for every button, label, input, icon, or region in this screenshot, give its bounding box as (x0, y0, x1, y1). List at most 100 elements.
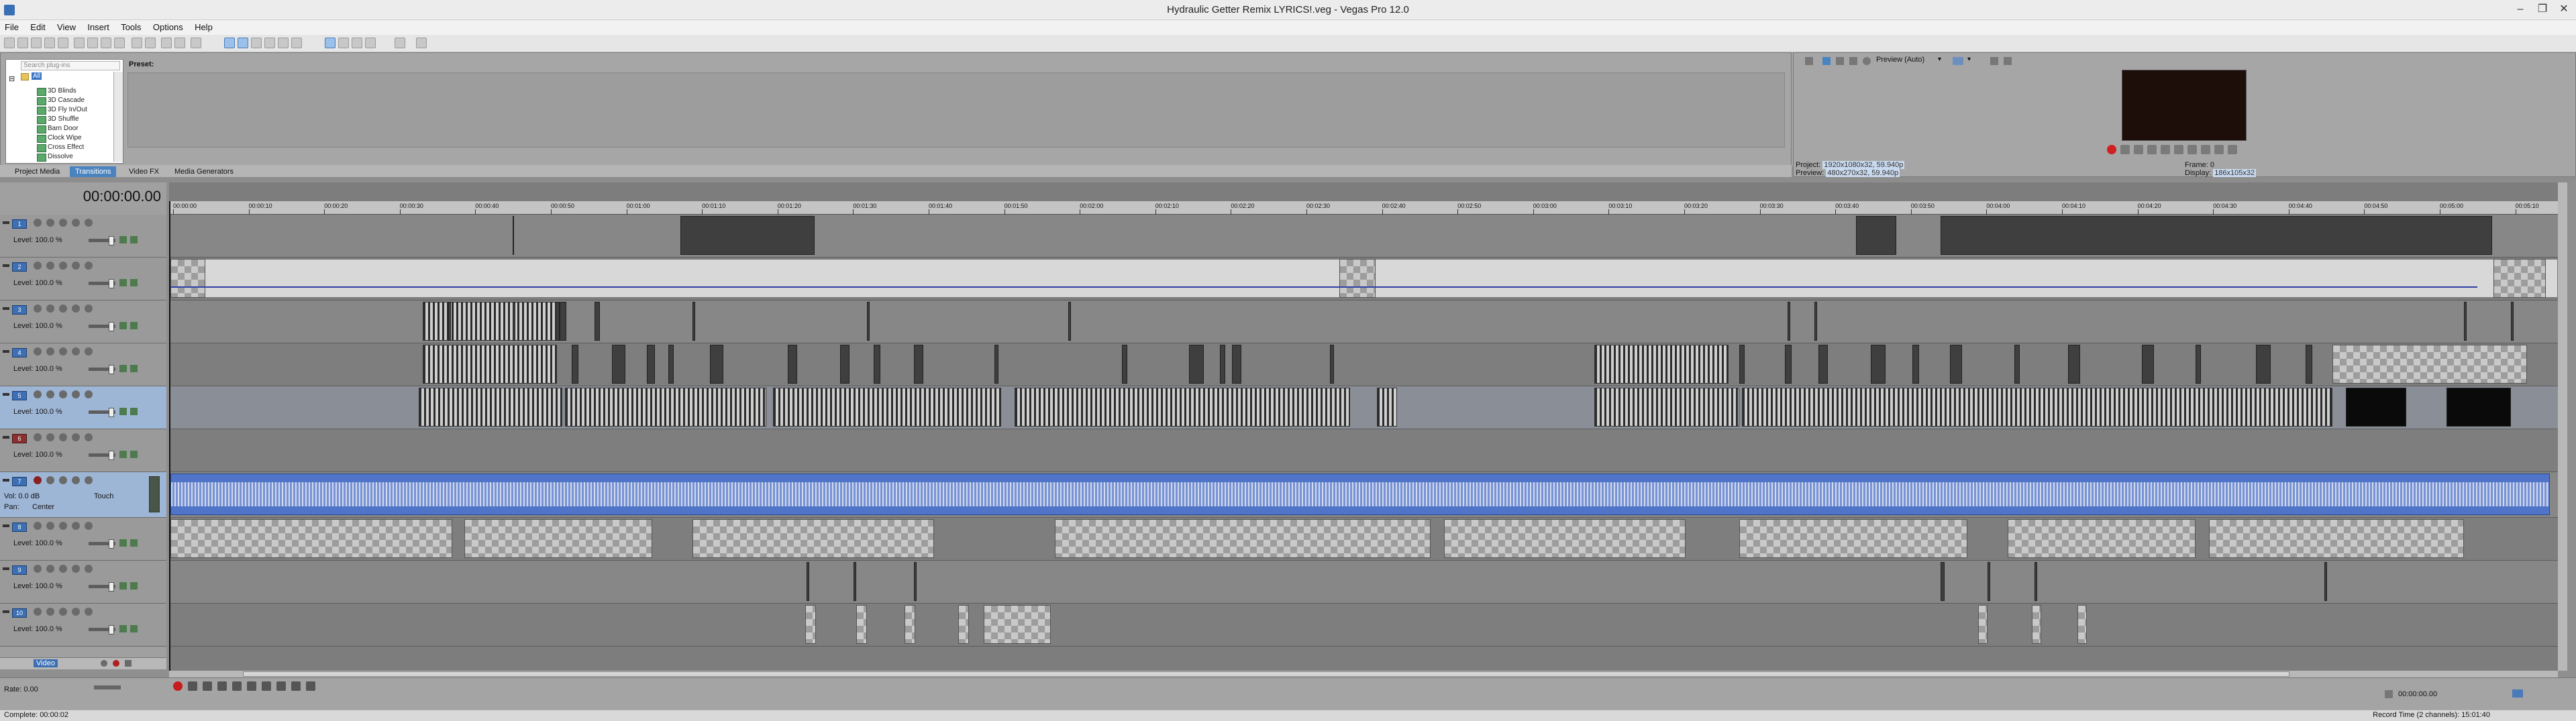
auto-crossfade-icon[interactable] (291, 38, 302, 48)
video-event[interactable] (2446, 388, 2511, 427)
video-event[interactable] (448, 302, 451, 341)
go-to-start-icon[interactable] (2187, 145, 2197, 154)
solo-icon[interactable] (85, 476, 93, 484)
level-slider[interactable] (89, 322, 115, 331)
overlays-button[interactable] (1953, 57, 1963, 65)
collapse-icon[interactable] (3, 264, 9, 267)
preset-area[interactable] (127, 72, 1785, 148)
motion-icon[interactable] (34, 433, 42, 441)
video-event[interactable] (1871, 345, 1886, 384)
video-event[interactable] (1785, 345, 1792, 384)
compositing-icon[interactable] (119, 365, 127, 372)
video-event[interactable] (513, 216, 514, 255)
render-icon[interactable] (74, 38, 85, 48)
go-to-end-icon[interactable] (276, 681, 286, 691)
video-event[interactable] (612, 345, 625, 384)
video-event[interactable] (1941, 216, 2492, 255)
collapse-icon[interactable] (3, 479, 9, 482)
solo-icon[interactable] (72, 347, 80, 355)
compositing-icon[interactable] (119, 582, 127, 590)
parent-icon[interactable] (130, 236, 138, 243)
video-event[interactable] (2008, 519, 2196, 558)
track-lane-5[interactable] (169, 386, 2558, 429)
track-lane-6[interactable] (169, 429, 2558, 472)
fx-icon[interactable] (59, 476, 67, 484)
fx-icon[interactable] (101, 660, 107, 667)
fx-icon[interactable] (46, 304, 54, 313)
video-event[interactable] (2032, 605, 2041, 644)
video-event[interactable] (1068, 302, 1071, 341)
video-event[interactable] (668, 345, 674, 384)
more-icon[interactable] (85, 608, 93, 616)
solo-icon[interactable] (72, 262, 80, 270)
video-event[interactable] (2464, 302, 2467, 341)
video-event[interactable] (1232, 345, 1241, 384)
video-event[interactable] (647, 345, 655, 384)
pause-icon[interactable] (232, 681, 242, 691)
video-event[interactable] (423, 302, 556, 341)
more-icon[interactable] (85, 219, 93, 227)
minimize-icon[interactable]: – (2513, 3, 2528, 16)
fx-icon[interactable] (46, 565, 54, 573)
save-as-icon[interactable] (44, 38, 55, 48)
mute-icon[interactable] (59, 522, 67, 530)
video-event[interactable] (1377, 388, 1397, 427)
playhead-cursor[interactable] (169, 201, 170, 671)
new-icon[interactable] (4, 38, 15, 48)
video-event[interactable] (1444, 519, 1686, 558)
loop-playback-icon[interactable] (188, 681, 197, 691)
video-event[interactable] (692, 519, 934, 558)
more-icon[interactable] (85, 565, 93, 573)
compositing-icon[interactable] (119, 451, 127, 458)
video-event[interactable] (1122, 345, 1127, 384)
video-event[interactable] (464, 519, 652, 558)
tree-expand-icon[interactable]: ⊟ (9, 74, 15, 83)
record-icon[interactable] (2107, 145, 2116, 154)
video-event[interactable] (1742, 388, 2332, 427)
more-icon[interactable] (85, 347, 93, 355)
play-icon[interactable] (2147, 145, 2157, 154)
video-event[interactable] (2034, 562, 2037, 601)
transition-item[interactable]: Cross Effect (36, 143, 84, 152)
more-icon[interactable] (85, 433, 93, 441)
video-event[interactable] (1912, 345, 1919, 384)
selection-tool-icon[interactable] (251, 38, 262, 48)
solo-icon[interactable] (72, 433, 80, 441)
maximize-icon[interactable]: ❐ (2535, 3, 2550, 16)
fx-icon[interactable] (46, 262, 54, 270)
video-event[interactable] (423, 345, 557, 384)
menu-file[interactable]: File (0, 20, 23, 34)
video-event[interactable] (2511, 302, 2514, 341)
video-event[interactable] (2256, 345, 2271, 384)
chevron-down-icon[interactable]: ▾ (1938, 56, 1941, 63)
save-snapshot-icon[interactable] (2004, 57, 2012, 65)
video-event[interactable] (914, 345, 923, 384)
solo-icon[interactable] (72, 304, 80, 313)
video-event[interactable] (807, 562, 809, 601)
collapse-icon[interactable] (3, 350, 9, 353)
track-header[interactable]: 1 Level: 100.0 % (0, 215, 166, 258)
track-lane-9[interactable] (169, 561, 2558, 604)
video-event[interactable] (874, 345, 880, 384)
track-header-selected[interactable]: 5 Level: 100.0 % (0, 386, 166, 429)
fx-icon[interactable] (46, 522, 54, 530)
menu-tools[interactable]: Tools (116, 20, 146, 34)
motion-icon[interactable] (34, 522, 42, 530)
fx-icon[interactable] (46, 433, 54, 441)
parent-icon[interactable] (130, 625, 138, 632)
parent-icon[interactable] (130, 408, 138, 415)
envelope-line[interactable] (169, 286, 2477, 288)
track-header[interactable]: 8 Level: 100.0 % (0, 518, 166, 561)
more-icon[interactable] (85, 522, 93, 530)
collapse-icon[interactable] (3, 307, 9, 310)
track-lane-10[interactable] (169, 604, 2558, 647)
video-event[interactable] (984, 605, 1051, 644)
level-slider[interactable] (89, 365, 115, 374)
fx-icon[interactable] (1836, 57, 1844, 65)
transition-item[interactable]: Barn Door (37, 124, 79, 133)
video-event[interactable] (1739, 345, 1745, 384)
mute-icon[interactable] (59, 390, 67, 398)
go-to-end-icon[interactable] (2201, 145, 2210, 154)
video-event[interactable] (419, 388, 562, 427)
search-input[interactable]: Search plug-ins (21, 61, 120, 70)
